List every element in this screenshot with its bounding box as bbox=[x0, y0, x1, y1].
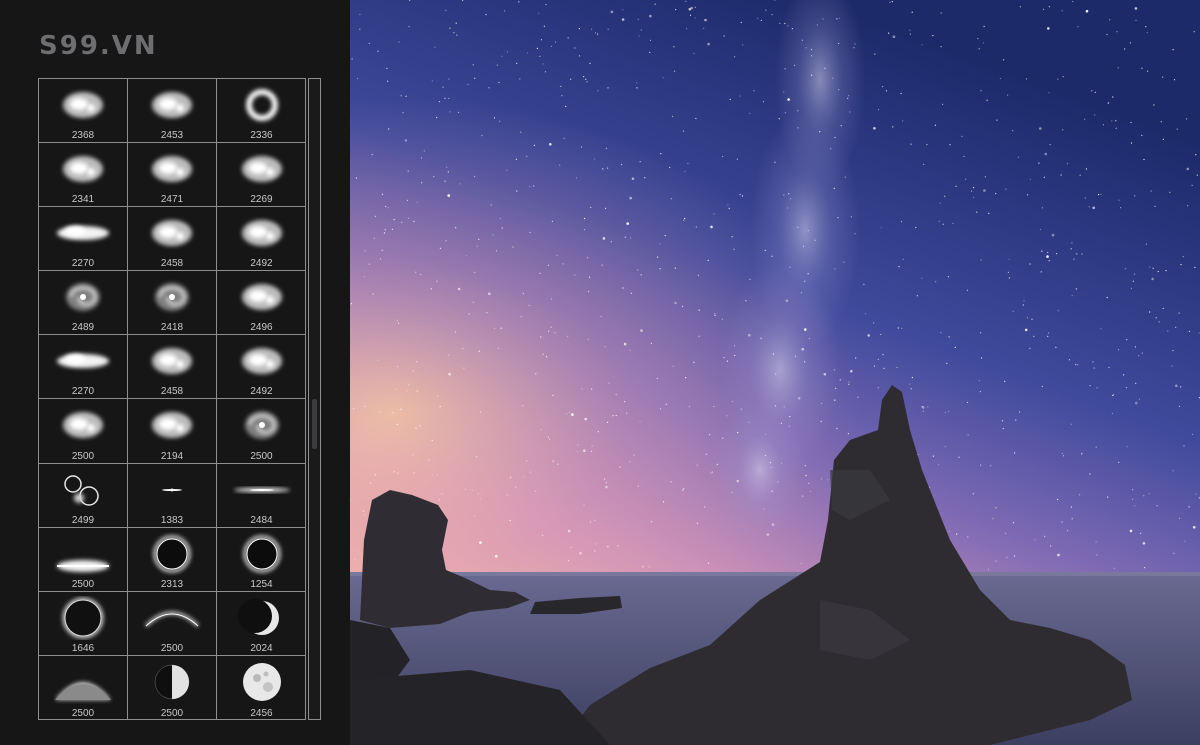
milky-way-seascape-photo bbox=[350, 0, 1200, 745]
brush-preset-tile[interactable]: 2500 bbox=[128, 591, 217, 656]
brush-preset-tile[interactable]: 2341 bbox=[39, 143, 128, 208]
brush-preset-tile[interactable]: 1254 bbox=[217, 528, 306, 592]
brush-size-label: 2368 bbox=[71, 130, 95, 142]
nebula-brush-icon bbox=[241, 220, 282, 247]
brush-preset-tile[interactable]: 2194 bbox=[128, 399, 217, 464]
eclipse-brush-icon bbox=[153, 535, 191, 573]
nebula-ring-brush-icon bbox=[245, 89, 278, 121]
brush-preset-tile[interactable]: 2492 bbox=[217, 207, 306, 272]
brush-size-label: 2453 bbox=[160, 130, 184, 142]
brush-preset-tile[interactable]: 2024 bbox=[217, 592, 306, 656]
brush-size-label: 2458 bbox=[160, 258, 184, 270]
nebula-brush-icon bbox=[152, 92, 192, 118]
crescent-moon-brush-icon bbox=[237, 598, 279, 635]
brush-size-label: 2270 bbox=[71, 386, 95, 398]
brush-showcase: S99.VN 2368 2453 2336 2341 2471 2269 2270 2458 2… bbox=[0, 0, 1200, 745]
brush-preset-tile[interactable]: 2500 bbox=[128, 655, 217, 720]
cloud-brush-icon bbox=[57, 226, 109, 241]
brush-preset-tile[interactable]: 2458 bbox=[128, 207, 217, 272]
planet-brush-icon bbox=[62, 597, 104, 639]
half-moon-brush-icon bbox=[154, 664, 190, 700]
brush-size-label: 2500 bbox=[71, 707, 95, 719]
brush-preset-tile[interactable]: 2336 bbox=[217, 79, 306, 144]
nebula-brush-icon bbox=[241, 348, 282, 375]
brush-preset-grid: 2368 2453 2336 2341 2471 2269 2270 2458 2492 2489… bbox=[38, 78, 306, 720]
brush-size-label: 2456 bbox=[250, 707, 273, 719]
nebula-brush-icon bbox=[241, 284, 282, 311]
brush-size-label: 1254 bbox=[250, 578, 273, 590]
brush-size-label: 2270 bbox=[71, 258, 95, 270]
brush-preset-tile[interactable]: 2500 bbox=[39, 399, 128, 464]
brush-preset-tile[interactable]: 2418 bbox=[128, 271, 217, 336]
planet-horizon-brush-icon bbox=[55, 681, 111, 700]
brush-preset-tile[interactable]: 2492 bbox=[217, 335, 306, 400]
nebula-brush-icon bbox=[63, 92, 103, 118]
brush-size-label: 1646 bbox=[71, 642, 95, 654]
planets-brush-icon bbox=[64, 474, 99, 506]
brush-size-label: 2313 bbox=[160, 578, 184, 590]
brush-preset-tile[interactable]: 2456 bbox=[217, 656, 306, 720]
galaxy-brush-icon bbox=[66, 283, 100, 312]
galaxy-brush-icon bbox=[155, 283, 189, 312]
full-moon-brush-icon bbox=[242, 662, 281, 701]
nebula-brush-icon bbox=[63, 412, 103, 439]
brush-preset-tile[interactable]: 1646 bbox=[39, 591, 128, 656]
horizon-glow-brush-icon bbox=[57, 559, 109, 572]
brush-panel-scrollbar[interactable] bbox=[308, 78, 321, 720]
brush-preset-tile[interactable]: 2453 bbox=[128, 79, 217, 144]
brush-preset-tile[interactable]: 2496 bbox=[217, 271, 306, 336]
nebula-brush-icon bbox=[241, 156, 282, 183]
nebula-brush-icon bbox=[152, 348, 192, 375]
brush-size-label: 2471 bbox=[160, 194, 184, 206]
brush-preset-tile[interactable]: 2269 bbox=[217, 143, 306, 208]
brush-size-label: 2500 bbox=[250, 450, 273, 462]
brush-size-label: 2341 bbox=[71, 194, 95, 206]
brush-preset-tile[interactable]: 2500 bbox=[39, 655, 128, 720]
brush-size-label: 2500 bbox=[160, 642, 184, 654]
eclipse-brush-icon bbox=[243, 535, 280, 573]
brush-size-label: 2194 bbox=[160, 450, 184, 462]
brush-preset-tile[interactable]: 2270 bbox=[39, 335, 128, 400]
nebula-brush-icon bbox=[152, 156, 192, 183]
lens-flare-brush-icon bbox=[233, 487, 290, 492]
brush-size-label: 2489 bbox=[71, 322, 95, 334]
brush-preset-tile[interactable]: 2499 bbox=[39, 463, 128, 528]
brush-size-label: 2496 bbox=[250, 322, 273, 334]
nebula-brush-icon bbox=[152, 220, 192, 247]
brush-size-label: 2458 bbox=[160, 386, 184, 398]
brush-size-label: 2269 bbox=[250, 194, 273, 206]
brush-preset-tile[interactable]: 2313 bbox=[128, 527, 217, 592]
galaxy-brush-icon bbox=[244, 411, 279, 440]
brush-preset-tile[interactable]: 2368 bbox=[39, 79, 128, 144]
brush-preset-tile[interactable]: 2270 bbox=[39, 207, 128, 272]
brush-size-label: 2500 bbox=[71, 450, 95, 462]
brush-preset-tile[interactable]: 2489 bbox=[39, 271, 128, 336]
star-flare-brush-icon bbox=[162, 488, 182, 492]
scrollbar-thumb[interactable] bbox=[312, 399, 317, 449]
photo-scene bbox=[350, 0, 1200, 745]
cloud-brush-icon bbox=[57, 354, 109, 369]
brush-preset-tile[interactable]: 2458 bbox=[128, 335, 217, 400]
brush-size-label: 2500 bbox=[160, 707, 184, 719]
brush-preset-tile[interactable]: 2484 bbox=[217, 464, 306, 528]
brush-size-label: 2418 bbox=[160, 322, 184, 334]
brand-watermark: S99.VN bbox=[39, 31, 158, 61]
planet-arc-brush-icon bbox=[145, 611, 199, 627]
brush-size-label: 2500 bbox=[71, 578, 95, 590]
brush-preset-tile[interactable]: 2500 bbox=[39, 527, 128, 592]
brush-panel: S99.VN 2368 2453 2336 2341 2471 2269 2270 2458 2… bbox=[0, 0, 350, 745]
brush-size-label: 1383 bbox=[160, 514, 184, 526]
nebula-brush-icon bbox=[63, 156, 103, 183]
brush-size-label: 2024 bbox=[250, 642, 273, 654]
nebula-brush-icon bbox=[152, 412, 192, 439]
brush-size-label: 2484 bbox=[250, 514, 273, 526]
brush-size-label: 2499 bbox=[71, 514, 95, 526]
brush-size-label: 2492 bbox=[250, 386, 273, 398]
brush-size-label: 2492 bbox=[250, 258, 273, 270]
brush-preset-tile[interactable]: 1383 bbox=[128, 463, 217, 528]
brush-preset-tile[interactable]: 2500 bbox=[217, 399, 306, 464]
brush-preset-tile[interactable]: 2471 bbox=[128, 143, 217, 208]
brush-size-label: 2336 bbox=[250, 130, 273, 142]
